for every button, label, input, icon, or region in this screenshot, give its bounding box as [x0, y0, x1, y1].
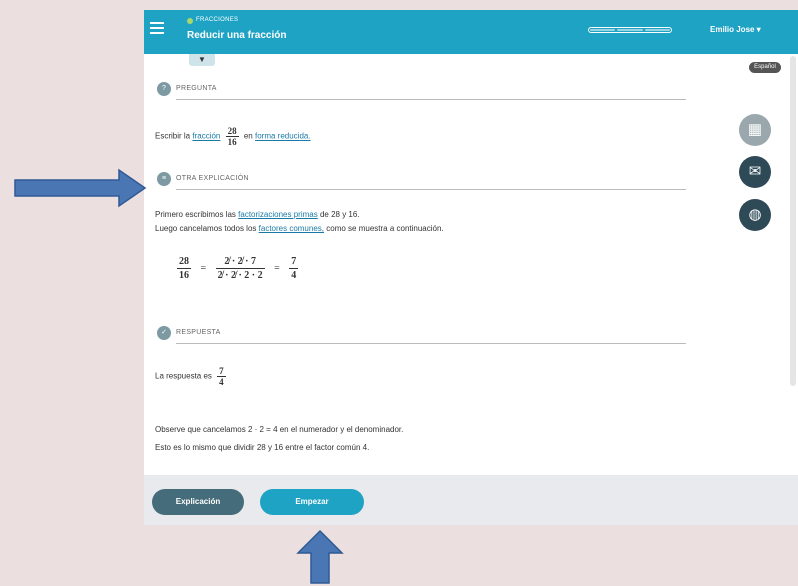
topic-label: FRACCIONES	[196, 17, 239, 23]
section-label-explanation: OTRA EXPLICACIÓN	[176, 175, 249, 182]
text-part: Primero escribimos las	[155, 210, 236, 219]
common-factors-link[interactable]: factores comunes,	[259, 224, 324, 233]
numerator: 2̸ · 2̸ · 7	[215, 255, 265, 269]
numerator: 28	[225, 126, 239, 137]
problem-fraction: 28 16	[225, 126, 239, 147]
fraction-link[interactable]: fracción	[192, 132, 220, 141]
denominator: 4	[291, 270, 297, 281]
divider	[176, 189, 686, 190]
denominator: 4	[219, 377, 224, 387]
progress-bar	[588, 27, 672, 33]
page-title: Reducir una fracción	[187, 30, 287, 41]
text-part: de 28 y 16.	[319, 210, 360, 219]
explanation-line-2: Luego cancelamos todos los factores comu…	[155, 224, 444, 233]
section-label-question: PREGUNTA	[176, 85, 217, 92]
equation-middle-fraction: 2̸ · 2̸ · 7 2̸ · 2̸ · 2 · 2	[215, 255, 265, 282]
progress-segment	[644, 29, 670, 31]
globe-icon[interactable]: ◍	[739, 199, 771, 231]
denominator: 2̸ · 2̸ · 2 · 2	[217, 270, 263, 281]
app-window: FRACCIONES Reducir una fracción Emilio J…	[144, 10, 798, 525]
reduced-form-link[interactable]: forma reducida.	[255, 132, 311, 141]
arrow-right-icon	[14, 168, 147, 208]
progress-segment	[590, 29, 616, 31]
footer-bar: Explicación Empezar	[144, 475, 798, 525]
explanation-button[interactable]: Explicación	[152, 489, 244, 515]
equals-sign: =	[200, 263, 207, 274]
problem-text-mid: en	[243, 131, 253, 141]
user-menu[interactable]: Emilio Jose ▾	[710, 25, 761, 34]
section-label-answer: RESPUESTA	[176, 329, 221, 336]
scrollbar[interactable]	[790, 56, 796, 386]
mail-icon[interactable]: ✉	[739, 156, 771, 188]
calculator-icon[interactable]: ▦	[739, 114, 771, 146]
arrow-up-icon	[296, 529, 344, 584]
start-button[interactable]: Empezar	[260, 489, 364, 515]
answer-statement: La respuesta es 74	[155, 366, 229, 387]
problem-text: Escribir la	[155, 131, 191, 141]
divider	[176, 99, 686, 100]
language-badge[interactable]: Español	[749, 62, 781, 73]
equation: 28 16 = 2̸ · 2̸ · 7 2̸ · 2̸ · 2 · 2 = 74	[174, 255, 301, 282]
progress-segment	[617, 29, 643, 31]
denominator: 16	[227, 137, 237, 147]
problem-statement: Escribir la fracción 28 16 en forma reduc…	[155, 126, 311, 147]
numerator: 7	[217, 366, 226, 377]
topic-icon	[187, 18, 193, 24]
answer-icon: ✓	[157, 326, 171, 340]
hamburger-icon[interactable]	[150, 22, 164, 36]
equals-sign: =	[274, 263, 280, 274]
text-part: como se muestra a continuación.	[326, 224, 444, 233]
denominator: 16	[179, 270, 189, 281]
explanation-line-1: Primero escribimos las factorizaciones p…	[155, 210, 360, 219]
explanation-icon: ≡	[157, 172, 171, 186]
answer-note-1: Observe que cancelamos 2 · 2 = 4 en el n…	[155, 425, 404, 434]
text-part: Luego cancelamos todos los	[155, 224, 257, 233]
answer-note-2: Esto es lo mismo que dividir 28 y 16 ent…	[155, 443, 370, 452]
question-icon: ?	[157, 82, 171, 96]
numerator: 28	[177, 256, 191, 269]
equation-right-fraction: 74	[289, 255, 299, 282]
answer-text: La respuesta es	[155, 371, 212, 381]
divider	[176, 343, 686, 344]
answer-fraction: 74	[217, 366, 226, 387]
numerator: 7	[289, 256, 299, 269]
collapse-toggle[interactable]: ▼	[189, 54, 215, 66]
prime-factorization-link[interactable]: factorizaciones primas	[238, 210, 318, 219]
header-bar: FRACCIONES Reducir una fracción Emilio J…	[144, 10, 798, 54]
equation-left-fraction: 28 16	[177, 255, 191, 282]
